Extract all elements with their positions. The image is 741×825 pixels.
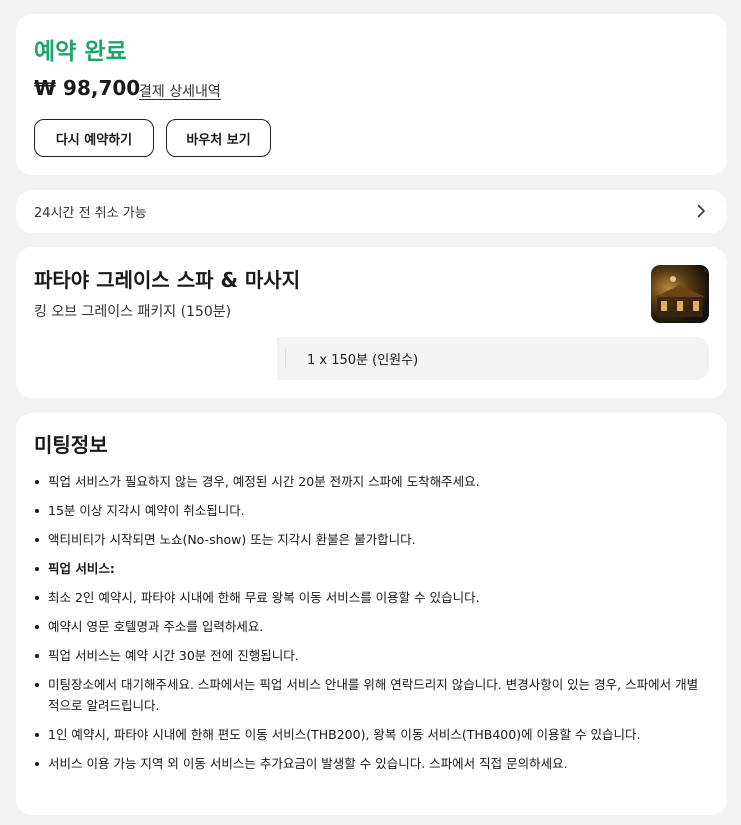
booking-status-title: 예약 완료 bbox=[34, 39, 127, 65]
booking-status-card: 예약 완료 ₩ 98,700 결제 상세내역 다시 예약하기 바우처 보기 bbox=[16, 14, 727, 175]
list-item: 미팅장소에서 대기해주세요. 스파에서는 픽업 서비스 안내를 위해 연락드리지… bbox=[34, 674, 709, 716]
payment-detail-link[interactable]: 결제 상세내역 bbox=[139, 81, 221, 101]
total-price: ₩ 98,700 bbox=[34, 76, 141, 100]
list-item: 예약시 영문 호텔명과 주소를 입력하세요. bbox=[34, 616, 709, 637]
list-item: 1인 예약시, 파타야 시내에 한해 편도 이동 서비스(THB200), 왕복… bbox=[34, 724, 709, 745]
meeting-info-card: 미팅정보 픽업 서비스가 필요하지 않는 경우, 예정된 시간 20분 전까지 … bbox=[16, 413, 727, 815]
spa-thumbnail-image[interactable] bbox=[651, 265, 709, 323]
chevron-right-icon bbox=[697, 204, 705, 218]
list-item: 서비스 이용 가능 지역 외 이동 서비스는 추가요금이 발생할 수 있습니다.… bbox=[34, 753, 709, 774]
view-voucher-button[interactable]: 바우처 보기 bbox=[166, 119, 271, 157]
meeting-notes-list: 픽업 서비스가 필요하지 않는 경우, 예정된 시간 20분 전까지 스파에 도… bbox=[34, 471, 709, 782]
divider bbox=[285, 349, 286, 368]
list-item: 액티비티가 시작되면 노쇼(No-show) 또는 지각시 환불은 불가합니다. bbox=[34, 529, 709, 550]
list-item: 15분 이상 지각시 예약이 취소됩니다. bbox=[34, 500, 709, 521]
meeting-info-title: 미팅정보 bbox=[34, 433, 108, 457]
cancellation-policy-text: 24시간 전 취소 가능 bbox=[34, 206, 147, 221]
rebook-button[interactable]: 다시 예약하기 bbox=[34, 119, 154, 157]
quantity-text: 1 x 150분 (인원수) bbox=[307, 353, 419, 368]
quantity-summary: 1 x 150분 (인원수) bbox=[277, 337, 709, 380]
package-name: 킹 오브 그레이스 패키지 (150분) bbox=[34, 304, 232, 320]
list-item: 픽업 서비스는 예약 시간 30분 전에 진행됩니다. bbox=[34, 645, 709, 666]
list-item-heading: 픽업 서비스: bbox=[34, 558, 709, 579]
cancellation-policy-row[interactable]: 24시간 전 취소 가능 bbox=[16, 190, 727, 233]
list-item: 픽업 서비스가 필요하지 않는 경우, 예정된 시간 20분 전까지 스파에 도… bbox=[34, 471, 709, 492]
product-card: 파타야 그레이스 스파 & 마사지 킹 오브 그레이스 패키지 (150분) 1… bbox=[16, 247, 727, 398]
list-item: 최소 2인 예약시, 파타야 시내에 한해 무료 왕복 이동 서비스를 이용할 … bbox=[34, 587, 709, 608]
product-title: 파타야 그레이스 스파 & 마사지 bbox=[34, 268, 301, 292]
